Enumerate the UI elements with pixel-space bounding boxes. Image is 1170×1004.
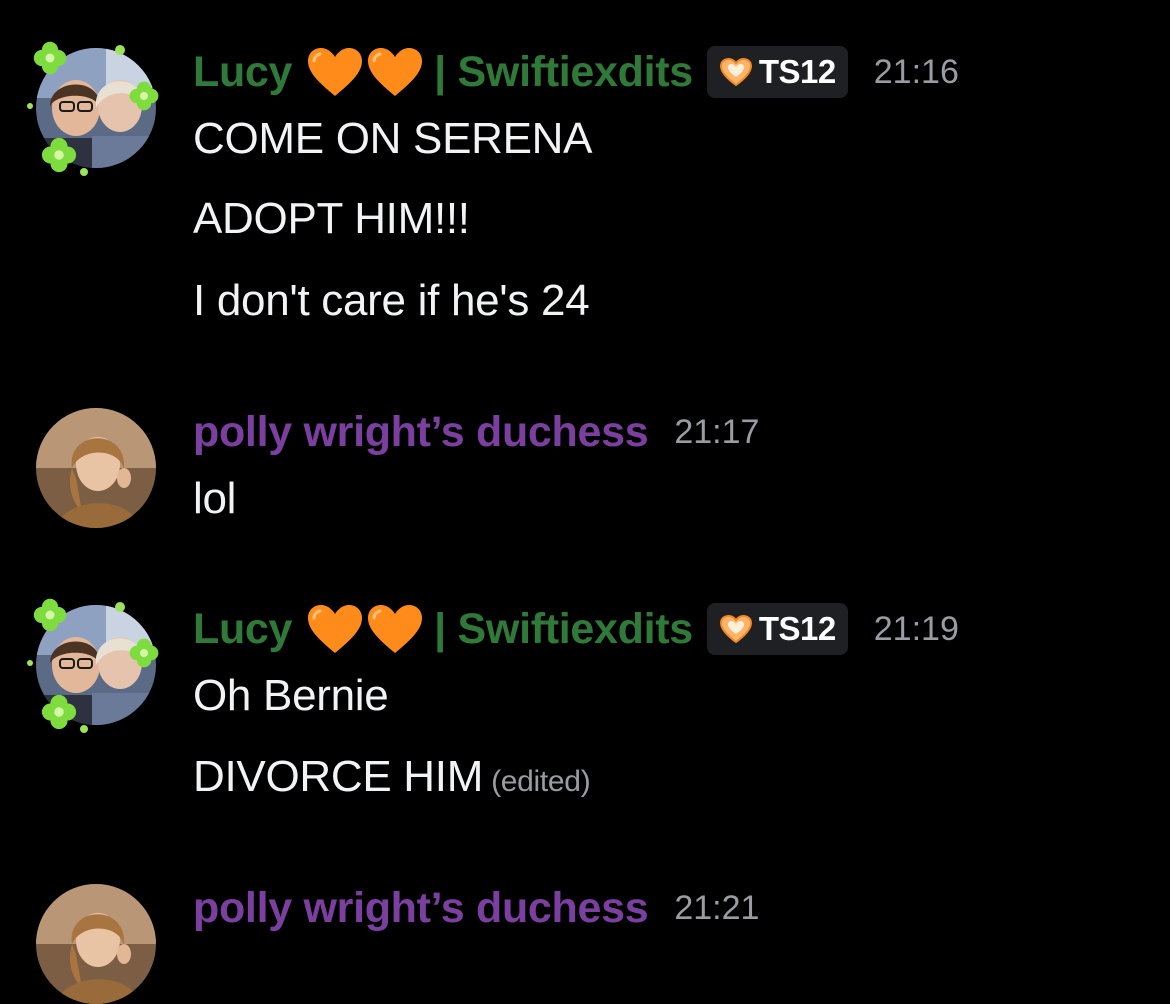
username-suffix[interactable]: | Swiftiexdits — [434, 605, 693, 654]
server-tag-label: TS12 — [758, 53, 836, 90]
message-text: DIVORCE HIM — [193, 752, 484, 801]
orange-heart-icon — [366, 46, 424, 98]
message-header: polly wright’s duchess 21:17 — [193, 402, 759, 462]
heart-emojis — [306, 603, 424, 655]
orange-heart-badge-icon — [719, 57, 753, 87]
username[interactable]: polly wright’s duchess — [193, 884, 649, 933]
message-header: Lucy | Swiftiexdits TS12 21:19 — [193, 599, 959, 659]
username[interactable]: Lucy — [193, 48, 292, 97]
heart-emojis — [306, 46, 424, 98]
timestamp: 21:17 — [674, 412, 760, 451]
orange-heart-icon — [306, 46, 364, 98]
timestamp: 21:21 — [674, 888, 760, 927]
server-tag-badge[interactable]: TS12 — [706, 46, 848, 98]
timestamp: 21:16 — [873, 52, 959, 91]
avatar[interactable] — [36, 48, 156, 168]
message-text-edited: DIVORCE HIM (edited) — [193, 752, 591, 802]
message-text: I don't care if he's 24 — [193, 276, 590, 325]
orange-heart-icon — [306, 603, 364, 655]
message-text: Oh Bernie — [193, 671, 389, 720]
orange-heart-badge-icon — [719, 614, 753, 644]
message-header: polly wright’s duchess 21:21 — [193, 878, 759, 938]
username-suffix[interactable]: | Swiftiexdits — [434, 48, 693, 97]
avatar[interactable] — [36, 408, 156, 528]
message-header: Lucy | Swiftiexdits TS12 21:16 — [193, 42, 959, 102]
server-tag-label: TS12 — [758, 610, 836, 647]
timestamp: 21:19 — [873, 609, 959, 648]
message-text: COME ON SERENA — [193, 114, 593, 163]
orange-heart-icon — [366, 603, 424, 655]
username[interactable]: polly wright’s duchess — [193, 408, 649, 457]
avatar[interactable] — [36, 605, 156, 725]
avatar[interactable] — [36, 884, 156, 1004]
message-text: ADOPT HIM!!! — [193, 194, 470, 243]
server-tag-badge[interactable]: TS12 — [706, 603, 848, 655]
username[interactable]: Lucy — [193, 605, 292, 654]
message-text: lol — [193, 474, 237, 523]
edited-label: (edited) — [491, 765, 591, 798]
